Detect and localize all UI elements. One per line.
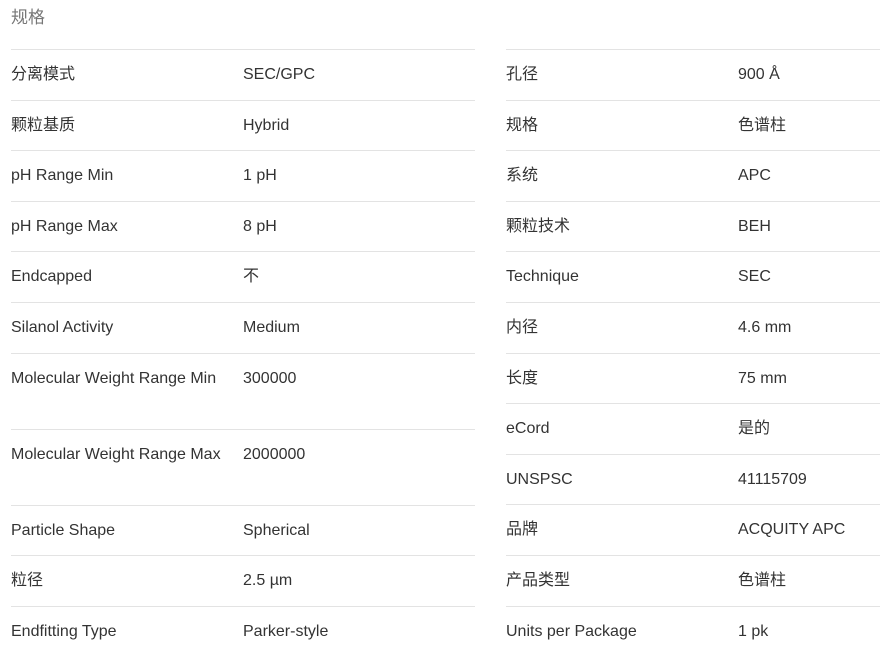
spec-row: 孔径 900 Å — [506, 49, 880, 100]
spec-value: 900 Å — [738, 66, 780, 83]
spec-value: SEC/GPC — [243, 66, 316, 83]
spec-row: pH Range Min 1 pH — [11, 150, 475, 201]
spec-value: ACQUITY APC — [738, 521, 846, 539]
spec-row: 颗粒技术 BEH — [506, 200, 880, 252]
spec-row: UNSPSC 41115709 — [506, 453, 880, 505]
spec-row: Particle Shape Spherical — [11, 504, 475, 556]
spec-label: 品牌 — [506, 521, 539, 539]
spec-value: Hybrid — [243, 116, 290, 134]
spec-value: Medium — [243, 318, 300, 336]
spec-value: 41115709 — [738, 470, 807, 488]
spec-row: 颗粒基质 Hybrid — [11, 99, 475, 151]
spec-label: pH Range Max — [11, 217, 118, 235]
spec-row: Endfitting Type Parker-style — [11, 605, 475, 656]
spec-value: Parker-style — [243, 622, 329, 640]
spec-value: BEH — [738, 217, 771, 235]
spec-row: 规格 色谱柱 — [506, 99, 880, 151]
spec-row: 分离模式 SEC/GPC — [11, 49, 475, 100]
spec-label: eCord — [506, 420, 550, 438]
spec-label: 颗粒技术 — [506, 217, 571, 235]
spec-value: 4.6 mm — [738, 318, 792, 336]
spec-row: Silanol Activity Medium — [11, 301, 475, 353]
spec-value: SEC — [738, 268, 771, 286]
spec-label: 长度 — [506, 369, 539, 387]
spec-label: UNSPSC — [506, 470, 573, 488]
spec-row: 粒径 2.5 µm — [11, 555, 475, 606]
spec-row: Endcapped 不 — [11, 251, 475, 302]
spec-value: Spherical — [243, 521, 310, 539]
spec-value: APC — [738, 167, 771, 185]
spec-label: Molecular Weight Range Min — [11, 369, 217, 387]
spec-label: Molecular Weight Range Max — [11, 445, 221, 463]
spec-label: 分离模式 — [11, 66, 76, 83]
spec-value: 色谱柱 — [738, 571, 787, 589]
spec-row: 系统 APC — [506, 150, 880, 201]
spec-label: Silanol Activity — [11, 318, 114, 336]
spec-row: 内径 4.6 mm — [506, 301, 880, 353]
spec-value: 75 mm — [738, 369, 787, 387]
spec-row: Units per Package 1 pk — [506, 605, 880, 656]
spec-table-left: 分离模式 SEC/GPC 颗粒基质 Hybrid pH Range Min 1 … — [11, 49, 475, 656]
spec-table-right: 孔径 900 Å 规格 色谱柱 系统 APC 颗粒技术 BEH Techniqu… — [506, 49, 880, 656]
spec-label: 系统 — [506, 167, 539, 185]
spec-row: eCord 是的 — [506, 403, 880, 454]
spec-value: 1 pk — [738, 622, 769, 640]
spec-label: 规格 — [506, 116, 539, 134]
spec-label: Endcapped — [11, 268, 92, 286]
spec-label: 颗粒基质 — [11, 116, 76, 134]
spec-row: 长度 75 mm — [506, 352, 880, 404]
spec-row: Molecular Weight Range Min 300000 — [11, 352, 475, 429]
spec-row: pH Range Max 8 pH — [11, 200, 475, 252]
spec-value: 8 pH — [243, 217, 277, 235]
spec-label: pH Range Min — [11, 167, 114, 185]
spec-label: 产品类型 — [506, 571, 571, 589]
spec-label: Technique — [506, 268, 579, 286]
spec-value: 2000000 — [243, 445, 306, 463]
section-title: 规格 — [11, 8, 45, 27]
spec-row: 产品类型 色谱柱 — [506, 554, 880, 606]
spec-row: 品牌 ACQUITY APC — [506, 504, 880, 555]
spec-value: 1 pH — [243, 167, 277, 185]
spec-label: Units per Package — [506, 622, 637, 640]
spec-value: 300000 — [243, 369, 297, 387]
spec-value: 色谱柱 — [738, 116, 787, 134]
spec-row: Molecular Weight Range Max 2000000 — [11, 428, 475, 505]
spec-value: 2.5 µm — [243, 572, 293, 590]
spec-label: Endfitting Type — [11, 622, 117, 640]
spec-label: Particle Shape — [11, 521, 116, 539]
spec-value: 是的 — [738, 420, 771, 438]
spec-label: 内径 — [506, 318, 539, 336]
spec-row: Technique SEC — [506, 251, 880, 302]
spec-value: 不 — [243, 268, 260, 286]
spec-label: 孔径 — [506, 66, 539, 83]
spec-label: 粒径 — [11, 572, 44, 590]
